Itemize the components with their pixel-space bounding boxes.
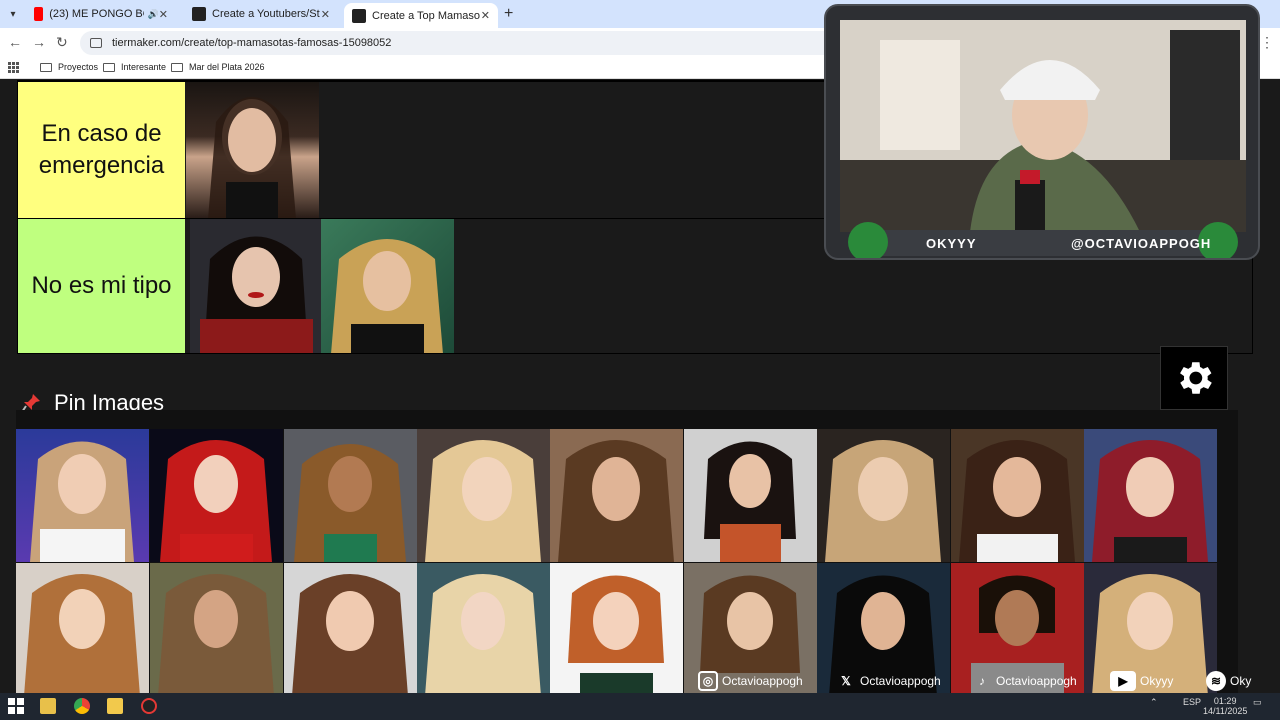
tier-label[interactable]: No es mi tipo: [18, 219, 185, 353]
menu-icon[interactable]: ⋮: [1260, 34, 1274, 51]
tab-youtubers[interactable]: Create a Youtubers/Streamers ✕: [184, 3, 338, 25]
tab-youtube[interactable]: (23) ME PONGO BONITO (C 🔊 ✕: [26, 3, 176, 25]
folder-icon: [40, 62, 52, 72]
x-icon: 𝕏: [841, 674, 851, 688]
social-youtube: ▶ Okyyy: [1110, 671, 1173, 691]
tab-search-chevron-icon[interactable]: ▾: [4, 5, 22, 23]
reload-icon[interactable]: ↻: [56, 34, 68, 51]
bookmark-mar-del-plata[interactable]: Mar del Plata 2026: [171, 62, 265, 72]
social-instagram: ◎ Octavioappogh: [698, 671, 803, 691]
forward-arrow-icon[interactable]: →: [32, 34, 46, 50]
portrait-image: [200, 236, 313, 353]
close-tab-icon[interactable]: ✕: [481, 9, 490, 22]
settings-button[interactable]: [1160, 346, 1228, 410]
webcam-overlay: OKYYY @OCTAVIOAPPOGH: [824, 4, 1260, 260]
webcam-feed: [840, 20, 1246, 232]
file-explorer-icon[interactable]: [107, 698, 123, 714]
language-indicator[interactable]: ESP: [1183, 697, 1201, 707]
clock-time: 01:29: [1213, 696, 1237, 706]
portrait-image: [331, 239, 443, 353]
portrait-image: [208, 97, 296, 218]
pool-image[interactable]: [284, 563, 417, 693]
tiktok-icon: ♪: [979, 674, 985, 688]
tab-title: Create a Youtubers/Streamers: [212, 8, 320, 20]
pool-image[interactable]: [951, 429, 1084, 562]
pool-image[interactable]: [550, 429, 683, 562]
bookmark-proyectos[interactable]: Proyectos: [40, 62, 98, 72]
bookmark-label: Proyectos: [58, 62, 99, 72]
social-handle: Octavioappogh: [722, 674, 803, 688]
pool-image[interactable]: [417, 429, 550, 562]
streamer-name: OKYYY: [926, 236, 977, 251]
tier-item-image[interactable]: [321, 219, 454, 353]
address-bar[interactable]: tiermaker.com/create/top-mamasotas-famos…: [80, 31, 840, 55]
pool-image[interactable]: [1084, 429, 1217, 562]
new-tab-button[interactable]: +: [504, 5, 513, 23]
tier-label[interactable]: En caso de emergencia: [18, 82, 185, 218]
chrome-icon[interactable]: [74, 698, 90, 714]
url-text: tiermaker.com/create/top-mamasotas-famos…: [112, 37, 392, 49]
social-handle: Oky: [1230, 674, 1252, 688]
apps-grid-icon[interactable]: [8, 62, 19, 73]
instagram-icon: ◎: [698, 671, 718, 691]
tier-item-image[interactable]: [186, 82, 319, 218]
folder-icon: [171, 62, 183, 72]
close-tab-icon[interactable]: ✕: [321, 8, 330, 21]
pool-image[interactable]: [150, 563, 283, 693]
tray-chevron-icon[interactable]: ⌃: [1150, 697, 1158, 708]
spotify-icon: ≋: [1206, 671, 1226, 691]
tiermaker-favicon-icon: [192, 7, 206, 21]
pool-image[interactable]: [417, 563, 550, 693]
tab-title: (23) ME PONGO BONITO (C: [49, 8, 143, 20]
site-info-icon[interactable]: [90, 38, 102, 48]
tab-title: Create a Top Mamasotas Famo: [372, 9, 480, 22]
tiermaker-favicon-icon: [352, 8, 366, 23]
taskbar: ⌃ ESP 01:29 14/11/2025 ▭: [0, 693, 1280, 720]
gear-icon: [1180, 362, 1212, 394]
obs-icon[interactable]: [141, 698, 157, 714]
bookmark-interesante[interactable]: Interesante: [103, 62, 166, 72]
bookmark-label: Mar del Plata 2026: [189, 62, 265, 72]
close-tab-icon[interactable]: ✕: [159, 8, 168, 21]
webcam-scene: [840, 20, 1246, 232]
image-pool: [16, 410, 1238, 693]
social-tiktok: ♪ Octavioappogh: [972, 671, 1077, 691]
notifications-icon[interactable]: ▭: [1253, 697, 1262, 708]
pool-image[interactable]: [16, 429, 149, 562]
social-overlay: ◎ Octavioappogh 𝕏 Octavioappogh ♪ Octavi…: [690, 671, 1280, 693]
tab-mamasotas[interactable]: Create a Top Mamasotas Famo ✕: [344, 3, 498, 28]
pool-image[interactable]: [16, 563, 149, 693]
social-handle: Okyyy: [1140, 674, 1174, 688]
social-x: 𝕏 Octavioappogh: [836, 671, 941, 691]
social-spotify: ≋ Oky: [1206, 671, 1251, 691]
media-player-icon[interactable]: [40, 698, 56, 714]
social-handle: Octavioappogh: [860, 674, 941, 688]
alien-logo-icon: [848, 222, 888, 258]
pool-image[interactable]: [684, 429, 817, 562]
streamer-handle: @OCTAVIOAPPOGH: [1071, 236, 1212, 251]
pool-image[interactable]: [150, 429, 283, 562]
back-arrow-icon[interactable]: ←: [8, 34, 22, 50]
windows-start-icon[interactable]: [8, 698, 24, 714]
tier-item-image[interactable]: [190, 219, 323, 353]
clock-date: 14/11/2025: [1203, 706, 1248, 716]
pool-image[interactable]: [817, 429, 950, 562]
social-handle: Octavioappogh: [996, 674, 1077, 688]
folder-icon: [103, 62, 115, 72]
youtube-favicon-icon: [34, 7, 44, 21]
clock[interactable]: 01:29 14/11/2025: [1203, 696, 1247, 716]
pool-image[interactable]: [284, 429, 417, 562]
youtube-icon: ▶: [1110, 671, 1136, 691]
bookmark-label: Interesante: [121, 62, 167, 72]
pool-image[interactable]: [550, 563, 683, 693]
speaker-icon[interactable]: 🔊: [148, 9, 159, 20]
